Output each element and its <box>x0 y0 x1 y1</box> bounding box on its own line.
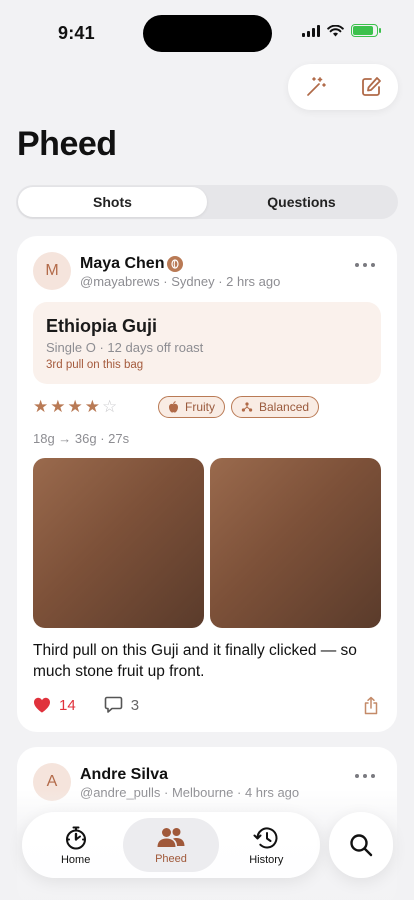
post-actions: 14 3 <box>33 696 167 714</box>
author-meta: @mayabrews · Sydney · 2 hrs ago <box>80 274 281 289</box>
author-name[interactable]: Maya Chen <box>80 255 164 273</box>
tab-pheed[interactable]: Pheed <box>123 818 219 872</box>
post-caption: Third pull on this Guji and it finally c… <box>33 642 357 680</box>
bean-name: Ethiopia Guji <box>46 316 157 336</box>
star-filled-icon: ★ <box>50 397 66 416</box>
comment-icon <box>104 696 122 713</box>
segment-shots[interactable]: Shots <box>18 187 207 217</box>
tag-label: Fruity <box>185 400 215 414</box>
search-icon <box>350 834 373 857</box>
battery-icon <box>351 24 381 37</box>
bean-details: Single O · 12 days off roast <box>46 340 204 355</box>
search-button[interactable] <box>329 812 393 878</box>
compose-button[interactable] <box>356 72 386 102</box>
tab-home[interactable]: Home <box>28 818 123 872</box>
bean-info[interactable]: Ethiopia Guji Single O · 12 days off roa… <box>33 302 381 384</box>
tab-bar: Home Pheed History <box>22 812 320 878</box>
tag-chip[interactable]: Fruity <box>158 396 225 418</box>
more-options-icon[interactable] <box>355 262 375 268</box>
pull-count: 3rd pull on this bag <box>46 359 144 371</box>
star-filled-icon: ★ <box>33 397 49 416</box>
magic-wand-button[interactable] <box>301 72 331 102</box>
like-count: 14 <box>59 696 76 714</box>
author-name[interactable]: Andre Silva <box>80 766 168 784</box>
compose-icon <box>361 77 381 96</box>
status-time: 9:41 <box>58 23 95 43</box>
wifi-icon <box>327 24 344 36</box>
page-title: Pheed <box>17 125 117 163</box>
magic-wand-icon <box>306 77 326 96</box>
star-rating: ★ ★ ★ ★ ☆ <box>33 398 117 415</box>
comment-button[interactable]: 3 <box>104 696 139 714</box>
comment-count: 3 <box>130 696 140 714</box>
like-button[interactable]: 14 <box>33 697 76 714</box>
star-filled-icon: ★ <box>84 397 100 416</box>
feed-segmented-control: Shots Questions <box>16 185 398 219</box>
balance-icon <box>241 402 253 412</box>
tag-chip[interactable]: Balanced <box>231 396 320 418</box>
flavor-tags: Fruity Balanced <box>158 396 320 418</box>
status-icons <box>302 24 381 37</box>
shot-photo[interactable] <box>33 458 204 628</box>
barista-badge-icon <box>167 256 183 272</box>
status-bar: 9:41 <box>0 0 414 66</box>
signal-icon <box>302 24 320 37</box>
dynamic-island <box>143 15 272 52</box>
people-icon <box>157 827 185 847</box>
star-filled-icon: ★ <box>67 397 83 416</box>
more-options-icon[interactable] <box>355 773 375 779</box>
shot-photos <box>33 458 381 628</box>
tab-label: Home <box>60 853 91 866</box>
history-icon <box>253 826 278 848</box>
star-empty-icon: ☆ <box>102 397 118 416</box>
share-button[interactable] <box>363 696 379 720</box>
heart-icon <box>34 697 50 713</box>
apple-icon <box>169 401 178 413</box>
share-icon <box>364 696 378 715</box>
tab-label: Pheed <box>155 852 187 865</box>
avatar[interactable]: M <box>33 252 71 290</box>
post-card[interactable]: M Maya Chen @mayabrews · Sydney · 2 hrs … <box>17 236 397 732</box>
brew-recipe: 18g → 36g · 27s <box>33 431 130 446</box>
segment-questions[interactable]: Questions <box>207 187 396 217</box>
top-actions <box>288 64 398 110</box>
timer-icon <box>65 826 86 849</box>
tag-label: Balanced <box>259 400 310 414</box>
shot-photo[interactable] <box>210 458 381 628</box>
tab-label: History <box>249 853 284 866</box>
tab-history[interactable]: History <box>219 818 314 872</box>
